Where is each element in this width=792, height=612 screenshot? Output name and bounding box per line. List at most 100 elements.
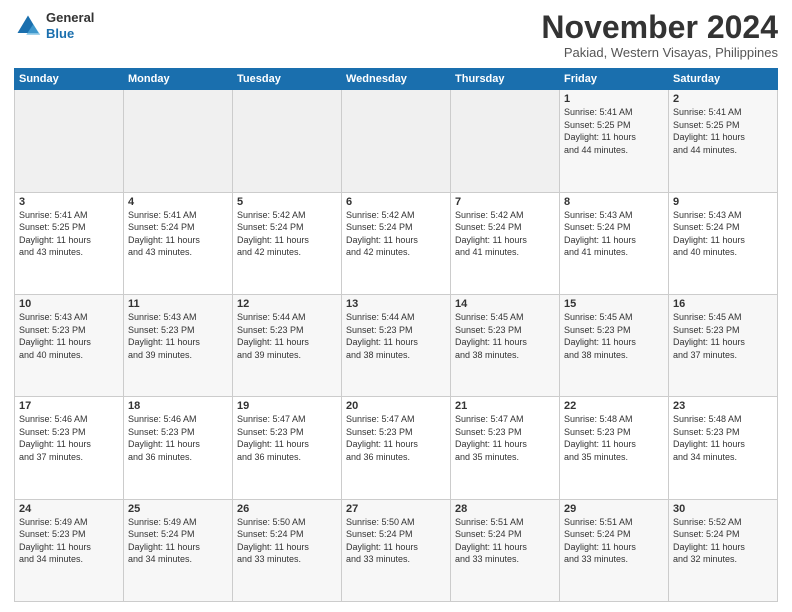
calendar-cell: 20Sunrise: 5:47 AM Sunset: 5:23 PM Dayli… [342,397,451,499]
day-number: 5 [237,196,337,208]
calendar-header-row: SundayMondayTuesdayWednesdayThursdayFrid… [15,69,778,90]
calendar-day-header: Friday [560,69,669,90]
calendar-week-row: 1Sunrise: 5:41 AM Sunset: 5:25 PM Daylig… [15,90,778,192]
day-number: 16 [673,298,773,310]
logo: General Blue [14,10,94,41]
day-info: Sunrise: 5:43 AM Sunset: 5:23 PM Dayligh… [19,311,119,361]
day-number: 19 [237,400,337,412]
day-info: Sunrise: 5:42 AM Sunset: 5:24 PM Dayligh… [346,209,446,259]
day-info: Sunrise: 5:49 AM Sunset: 5:24 PM Dayligh… [128,516,228,566]
day-number: 18 [128,400,228,412]
day-number: 29 [564,503,664,515]
calendar-cell: 8Sunrise: 5:43 AM Sunset: 5:24 PM Daylig… [560,192,669,294]
location: Pakiad, Western Visayas, Philippines [541,45,778,60]
day-info: Sunrise: 5:45 AM Sunset: 5:23 PM Dayligh… [564,311,664,361]
logo-blue-text: Blue [46,26,94,42]
calendar-cell [451,90,560,192]
calendar-cell: 19Sunrise: 5:47 AM Sunset: 5:23 PM Dayli… [233,397,342,499]
day-info: Sunrise: 5:43 AM Sunset: 5:23 PM Dayligh… [128,311,228,361]
day-info: Sunrise: 5:41 AM Sunset: 5:25 PM Dayligh… [673,106,773,156]
day-info: Sunrise: 5:42 AM Sunset: 5:24 PM Dayligh… [237,209,337,259]
calendar-cell: 27Sunrise: 5:50 AM Sunset: 5:24 PM Dayli… [342,499,451,601]
day-number: 26 [237,503,337,515]
calendar-cell: 4Sunrise: 5:41 AM Sunset: 5:24 PM Daylig… [124,192,233,294]
calendar-day-header: Saturday [669,69,778,90]
day-info: Sunrise: 5:50 AM Sunset: 5:24 PM Dayligh… [346,516,446,566]
day-number: 8 [564,196,664,208]
day-number: 10 [19,298,119,310]
day-number: 12 [237,298,337,310]
day-number: 2 [673,93,773,105]
calendar-cell [124,90,233,192]
calendar-week-row: 17Sunrise: 5:46 AM Sunset: 5:23 PM Dayli… [15,397,778,499]
day-number: 21 [455,400,555,412]
calendar-cell: 25Sunrise: 5:49 AM Sunset: 5:24 PM Dayli… [124,499,233,601]
day-number: 22 [564,400,664,412]
day-number: 6 [346,196,446,208]
calendar-day-header: Wednesday [342,69,451,90]
day-info: Sunrise: 5:43 AM Sunset: 5:24 PM Dayligh… [564,209,664,259]
day-number: 28 [455,503,555,515]
calendar-cell [15,90,124,192]
calendar-week-row: 24Sunrise: 5:49 AM Sunset: 5:23 PM Dayli… [15,499,778,601]
calendar-cell: 10Sunrise: 5:43 AM Sunset: 5:23 PM Dayli… [15,294,124,396]
calendar-cell: 11Sunrise: 5:43 AM Sunset: 5:23 PM Dayli… [124,294,233,396]
day-number: 15 [564,298,664,310]
header: General Blue November 2024 Pakiad, Weste… [14,10,778,60]
day-number: 24 [19,503,119,515]
day-number: 9 [673,196,773,208]
calendar-cell [233,90,342,192]
calendar-cell: 3Sunrise: 5:41 AM Sunset: 5:25 PM Daylig… [15,192,124,294]
calendar-cell: 15Sunrise: 5:45 AM Sunset: 5:23 PM Dayli… [560,294,669,396]
day-info: Sunrise: 5:49 AM Sunset: 5:23 PM Dayligh… [19,516,119,566]
day-info: Sunrise: 5:42 AM Sunset: 5:24 PM Dayligh… [455,209,555,259]
day-info: Sunrise: 5:46 AM Sunset: 5:23 PM Dayligh… [19,413,119,463]
day-info: Sunrise: 5:44 AM Sunset: 5:23 PM Dayligh… [346,311,446,361]
day-info: Sunrise: 5:47 AM Sunset: 5:23 PM Dayligh… [346,413,446,463]
calendar-cell: 30Sunrise: 5:52 AM Sunset: 5:24 PM Dayli… [669,499,778,601]
day-number: 11 [128,298,228,310]
day-number: 4 [128,196,228,208]
calendar-cell: 2Sunrise: 5:41 AM Sunset: 5:25 PM Daylig… [669,90,778,192]
day-info: Sunrise: 5:50 AM Sunset: 5:24 PM Dayligh… [237,516,337,566]
day-number: 17 [19,400,119,412]
calendar-day-header: Sunday [15,69,124,90]
calendar-cell: 6Sunrise: 5:42 AM Sunset: 5:24 PM Daylig… [342,192,451,294]
title-block: November 2024 Pakiad, Western Visayas, P… [541,10,778,60]
calendar-week-row: 3Sunrise: 5:41 AM Sunset: 5:25 PM Daylig… [15,192,778,294]
calendar-cell: 29Sunrise: 5:51 AM Sunset: 5:24 PM Dayli… [560,499,669,601]
day-number: 13 [346,298,446,310]
calendar-week-row: 10Sunrise: 5:43 AM Sunset: 5:23 PM Dayli… [15,294,778,396]
day-info: Sunrise: 5:45 AM Sunset: 5:23 PM Dayligh… [673,311,773,361]
calendar-day-header: Thursday [451,69,560,90]
calendar-day-header: Monday [124,69,233,90]
calendar-cell: 14Sunrise: 5:45 AM Sunset: 5:23 PM Dayli… [451,294,560,396]
day-number: 23 [673,400,773,412]
day-info: Sunrise: 5:47 AM Sunset: 5:23 PM Dayligh… [455,413,555,463]
calendar-cell: 12Sunrise: 5:44 AM Sunset: 5:23 PM Dayli… [233,294,342,396]
day-info: Sunrise: 5:51 AM Sunset: 5:24 PM Dayligh… [564,516,664,566]
day-info: Sunrise: 5:44 AM Sunset: 5:23 PM Dayligh… [237,311,337,361]
page: General Blue November 2024 Pakiad, Weste… [0,0,792,612]
day-info: Sunrise: 5:48 AM Sunset: 5:23 PM Dayligh… [564,413,664,463]
day-number: 27 [346,503,446,515]
day-info: Sunrise: 5:45 AM Sunset: 5:23 PM Dayligh… [455,311,555,361]
calendar-cell: 21Sunrise: 5:47 AM Sunset: 5:23 PM Dayli… [451,397,560,499]
calendar-cell: 5Sunrise: 5:42 AM Sunset: 5:24 PM Daylig… [233,192,342,294]
day-number: 14 [455,298,555,310]
calendar-day-header: Tuesday [233,69,342,90]
day-number: 1 [564,93,664,105]
logo-icon [14,12,42,40]
calendar-cell: 1Sunrise: 5:41 AM Sunset: 5:25 PM Daylig… [560,90,669,192]
day-info: Sunrise: 5:48 AM Sunset: 5:23 PM Dayligh… [673,413,773,463]
day-info: Sunrise: 5:41 AM Sunset: 5:24 PM Dayligh… [128,209,228,259]
calendar-table: SundayMondayTuesdayWednesdayThursdayFrid… [14,68,778,602]
calendar-cell: 26Sunrise: 5:50 AM Sunset: 5:24 PM Dayli… [233,499,342,601]
day-number: 7 [455,196,555,208]
calendar-cell: 23Sunrise: 5:48 AM Sunset: 5:23 PM Dayli… [669,397,778,499]
day-info: Sunrise: 5:52 AM Sunset: 5:24 PM Dayligh… [673,516,773,566]
day-info: Sunrise: 5:41 AM Sunset: 5:25 PM Dayligh… [564,106,664,156]
day-info: Sunrise: 5:47 AM Sunset: 5:23 PM Dayligh… [237,413,337,463]
calendar-cell: 22Sunrise: 5:48 AM Sunset: 5:23 PM Dayli… [560,397,669,499]
calendar-cell: 17Sunrise: 5:46 AM Sunset: 5:23 PM Dayli… [15,397,124,499]
